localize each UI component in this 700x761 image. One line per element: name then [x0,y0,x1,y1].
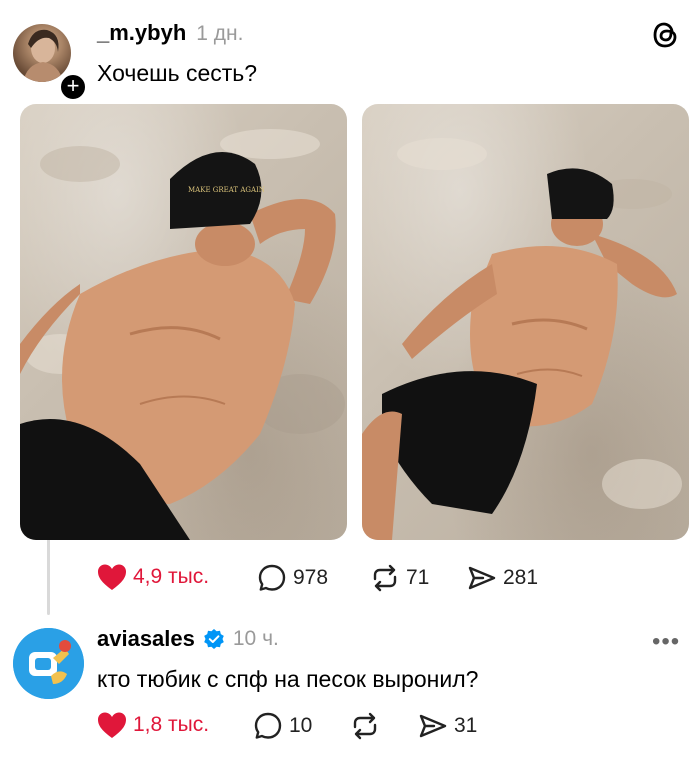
comment-count: 10 [289,714,313,737]
share-count: 31 [454,714,478,737]
post-text: кто тюбик с спф на песок выронил? [97,666,479,692]
post-photo-2[interactable] [362,104,689,540]
repost-icon [373,564,397,592]
share-icon [419,714,447,738]
post-photo-1[interactable]: MAKE GREAT AGAIN [20,104,347,540]
comment-count: 978 [293,566,329,589]
plus-icon[interactable]: + [58,72,88,102]
avatar[interactable] [13,24,71,82]
share-button[interactable]: 31 [418,711,477,741]
share-count: 281 [503,566,539,589]
threads-logo-icon[interactable] [652,20,680,50]
comment-button[interactable]: 978 [257,563,328,593]
repost-count: 71 [406,566,430,589]
post-time: 1 дн. [196,22,244,45]
like-button[interactable]: 4,9 тыс. [97,563,209,591]
post-time: 10 ч. [232,627,279,650]
repost-button[interactable]: 71 [370,563,429,593]
repost-icon [353,712,377,740]
username[interactable]: _m.ybyh [97,20,186,46]
like-count: 1,8 тыс. [133,713,210,736]
share-icon [468,566,496,590]
like-button[interactable]: 1,8 тыс. [97,711,209,739]
avatar[interactable] [13,628,84,699]
post-header: _m.ybyh 1 дн. [97,20,243,46]
share-button[interactable]: 281 [467,563,538,593]
cap-text: MAKE GREAT AGAIN [188,186,265,194]
comment-button[interactable]: 10 [253,711,312,741]
repost-button[interactable] [350,711,380,741]
heart-icon [98,564,126,590]
post-header: aviasales 10 ч. [97,626,279,652]
username[interactable]: aviasales [97,626,195,652]
comment-icon [254,712,282,739]
more-icon[interactable]: ••• [652,628,680,656]
heart-icon [98,712,126,738]
verified-icon [204,629,224,649]
comment-icon [258,564,286,591]
like-count: 4,9 тыс. [133,565,210,588]
post-text: Хочешь сесть? [97,60,258,86]
